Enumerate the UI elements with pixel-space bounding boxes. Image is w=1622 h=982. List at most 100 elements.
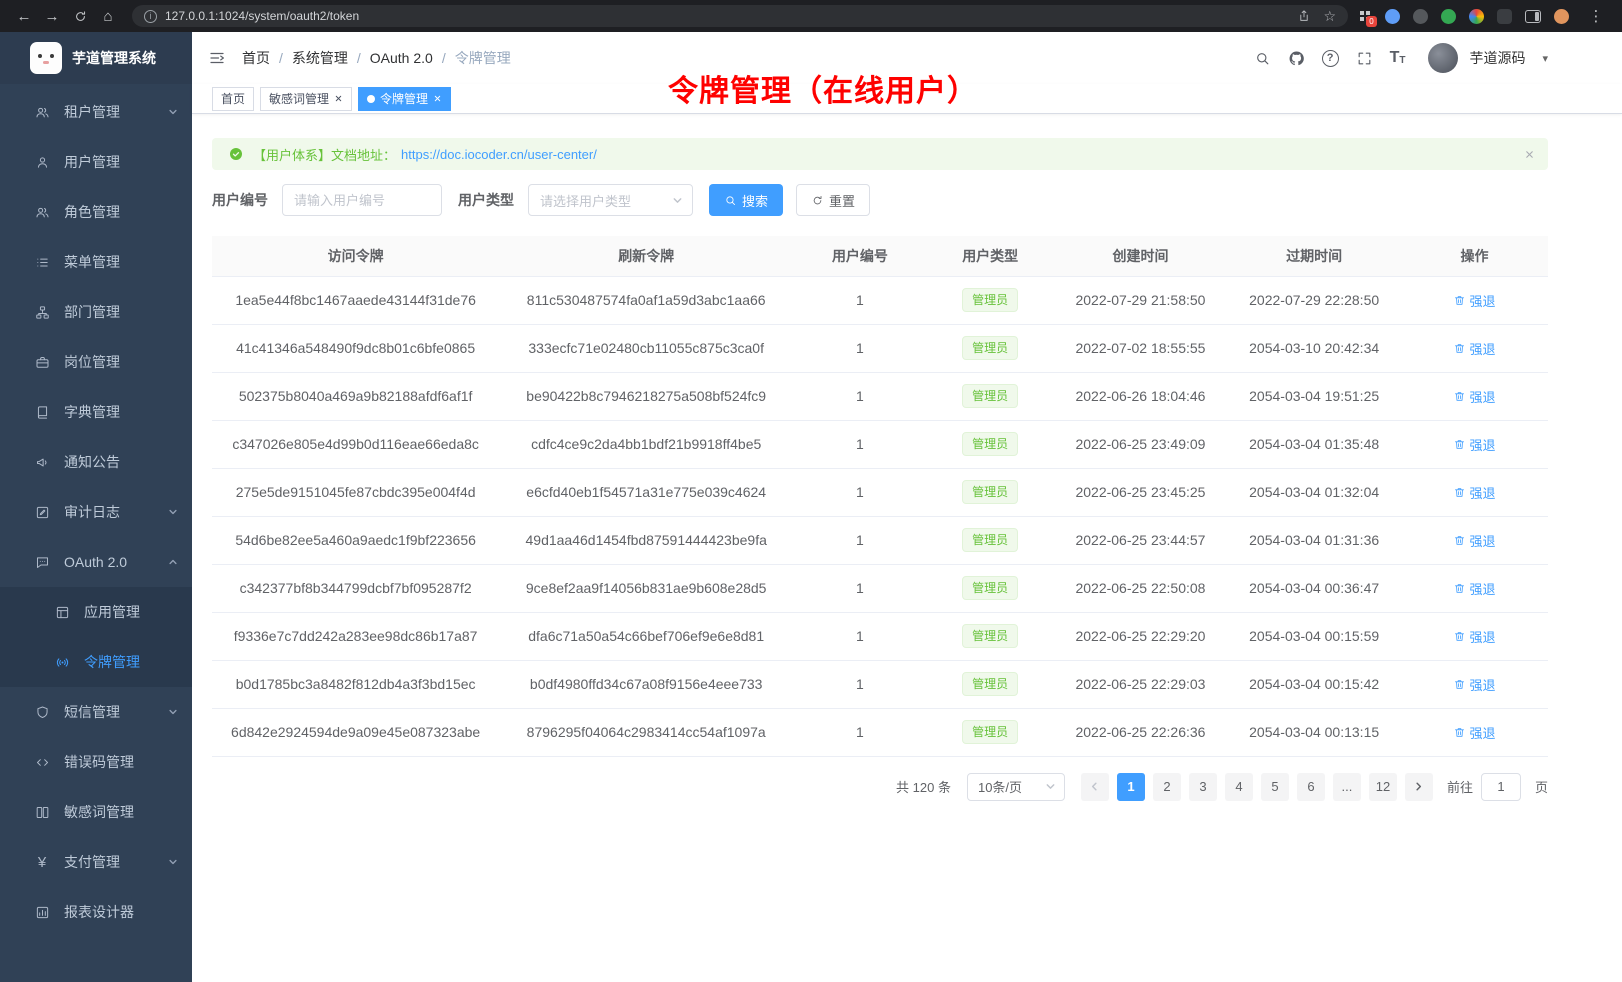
- sidebar-item-dept[interactable]: 部门管理: [0, 287, 192, 337]
- cell-actions: 强退: [1401, 660, 1548, 708]
- reset-button[interactable]: 重置: [796, 184, 870, 216]
- sidebar-item-error-code[interactable]: 错误码管理: [0, 737, 192, 787]
- bookmark-star-icon[interactable]: ☆: [1323, 8, 1336, 25]
- filter-bar: 用户编号 用户类型 请选择用户类型 搜索 重置: [212, 184, 1548, 216]
- page-button-2[interactable]: 2: [1153, 773, 1181, 801]
- page-button-3[interactable]: 3: [1189, 773, 1217, 801]
- force-logout-button[interactable]: 强退: [1453, 627, 1495, 646]
- fullscreen-icon[interactable]: [1356, 50, 1373, 67]
- user-id-input[interactable]: [282, 184, 442, 216]
- tab-sensitive-word[interactable]: 敏感词管理: [260, 87, 352, 111]
- user-type-select[interactable]: 请选择用户类型: [528, 184, 693, 216]
- site-info-icon[interactable]: i: [144, 10, 157, 23]
- sidebar-item-role[interactable]: 角色管理: [0, 187, 192, 237]
- share-icon[interactable]: [1297, 9, 1311, 23]
- extensions-grid-icon[interactable]: 0: [1358, 9, 1372, 23]
- force-logout-button[interactable]: 强退: [1453, 531, 1495, 550]
- cell-refresh-token: cdfc4ce9c2da4bb1bdf21b9918ff4be5: [499, 420, 793, 468]
- doc-link[interactable]: https://doc.iocoder.cn/user-center/: [401, 147, 597, 162]
- chevron-down-icon: [168, 107, 178, 117]
- force-logout-button[interactable]: 强退: [1453, 435, 1495, 454]
- extension-blue-icon[interactable]: [1385, 9, 1400, 24]
- sidebar-item-audit-log[interactable]: 审计日志: [0, 487, 192, 537]
- user-type-badge: 管理员: [962, 336, 1018, 360]
- extension-dark2-icon[interactable]: [1497, 9, 1512, 24]
- font-size-icon[interactable]: TT: [1390, 50, 1406, 66]
- side-panel-icon[interactable]: [1525, 10, 1541, 23]
- force-logout-button[interactable]: 强退: [1453, 723, 1495, 742]
- breadcrumb-separator: /: [442, 50, 446, 66]
- goto-page-input[interactable]: [1481, 773, 1521, 801]
- cell-refresh-token: dfa6c71a50a54c66bef706ef9e6e8d81: [499, 612, 793, 660]
- breadcrumb-home[interactable]: 首页: [242, 48, 270, 68]
- force-logout-button[interactable]: 强退: [1453, 291, 1495, 310]
- sidebar-item-report-designer[interactable]: 报表设计器: [0, 887, 192, 937]
- sidebar-item-user[interactable]: 用户管理: [0, 137, 192, 187]
- sidebar-item-token-mgmt[interactable]: 令牌管理: [0, 637, 192, 687]
- browser-menu-icon[interactable]: ⋮: [1582, 3, 1610, 29]
- sidebar-item-payment[interactable]: ¥ 支付管理: [0, 837, 192, 887]
- sidebar-item-tenant[interactable]: 租户管理: [0, 87, 192, 137]
- cell-access-token: 502375b8040a469a9b82188afdf6af1f: [212, 372, 499, 420]
- sidebar-item-menu[interactable]: 菜单管理: [0, 237, 192, 287]
- sidebar-item-dict[interactable]: 字典管理: [0, 387, 192, 437]
- reload-icon[interactable]: [66, 3, 94, 29]
- app-logo[interactable]: 芋道管理系统: [0, 32, 192, 84]
- page-button-4[interactable]: 4: [1225, 773, 1253, 801]
- caret-down-icon[interactable]: ▾: [1542, 52, 1548, 65]
- page-size-select[interactable]: 10条/页: [967, 773, 1065, 801]
- breadcrumb-system[interactable]: 系统管理: [292, 48, 348, 68]
- cell-refresh-token: e6cfd40eb1f54571a31e775e039c4624: [499, 468, 793, 516]
- chevron-up-icon: [168, 557, 178, 567]
- prev-page-button[interactable]: [1081, 773, 1109, 801]
- back-icon[interactable]: ←: [10, 3, 38, 29]
- cell-user-type: 管理员: [927, 276, 1054, 324]
- search-button[interactable]: 搜索: [709, 184, 783, 216]
- chevron-down-icon: [168, 707, 178, 717]
- help-icon[interactable]: ?: [1322, 50, 1339, 67]
- extension-dark-icon[interactable]: [1413, 9, 1428, 24]
- cell-user-id: 1: [793, 324, 927, 372]
- user-type-badge: 管理员: [962, 672, 1018, 696]
- sidebar-item-app-mgmt[interactable]: 应用管理: [0, 587, 192, 637]
- force-logout-button[interactable]: 强退: [1453, 579, 1495, 598]
- force-logout-button[interactable]: 强退: [1453, 675, 1495, 694]
- close-icon[interactable]: [433, 94, 442, 103]
- force-logout-button[interactable]: 强退: [1453, 339, 1495, 358]
- cell-refresh-token: 8796295f04064c2983414cc54af1097a: [499, 708, 793, 756]
- page-button-12[interactable]: 12: [1369, 773, 1397, 801]
- pagination: 共 120 条 10条/页 1 2 3 4 5 6 ... 12 前往 页: [212, 773, 1548, 801]
- sidebar-item-notice[interactable]: 通知公告: [0, 437, 192, 487]
- breadcrumb-oauth[interactable]: OAuth 2.0: [370, 50, 433, 66]
- force-logout-button[interactable]: 强退: [1453, 483, 1495, 502]
- sidebar-toggle-icon[interactable]: [208, 49, 226, 67]
- sidebar-item-post[interactable]: 岗位管理: [0, 337, 192, 387]
- page-button-5[interactable]: 5: [1261, 773, 1289, 801]
- close-icon[interactable]: [334, 94, 343, 103]
- next-page-button[interactable]: [1405, 773, 1433, 801]
- page-button-6[interactable]: 6: [1297, 773, 1325, 801]
- cell-access-token: 275e5de9151045fe87cbdc395e004f4d: [212, 468, 499, 516]
- cell-refresh-token: 49d1aa46d1454fbd87591444423be9fa: [499, 516, 793, 564]
- page-more-button[interactable]: ...: [1333, 773, 1361, 801]
- extension-color-icon[interactable]: [1469, 9, 1484, 24]
- search-icon[interactable]: [1254, 50, 1271, 67]
- force-logout-button[interactable]: 强退: [1453, 387, 1495, 406]
- trash-icon: [1453, 486, 1466, 499]
- tab-home[interactable]: 首页: [212, 87, 254, 111]
- username[interactable]: 芋道源码: [1469, 48, 1525, 68]
- address-bar[interactable]: i 127.0.0.1:1024/system/oauth2/token ☆: [132, 5, 1348, 27]
- sidebar-item-oauth[interactable]: OAuth 2.0: [0, 537, 192, 587]
- home-icon[interactable]: ⌂: [94, 3, 122, 29]
- page-button-1[interactable]: 1: [1117, 773, 1145, 801]
- github-icon[interactable]: [1288, 50, 1305, 67]
- sidebar-item-sensitive-word[interactable]: 敏感词管理: [0, 787, 192, 837]
- sidebar-item-sms[interactable]: 短信管理: [0, 687, 192, 737]
- cell-actions: 强退: [1401, 324, 1548, 372]
- forward-icon[interactable]: →: [38, 3, 66, 29]
- user-avatar[interactable]: [1428, 43, 1458, 73]
- extension-green-icon[interactable]: [1441, 9, 1456, 24]
- browser-profile-avatar[interactable]: [1554, 9, 1569, 24]
- tab-token-mgmt[interactable]: 令牌管理: [358, 87, 451, 111]
- alert-close-icon[interactable]: [1524, 149, 1535, 160]
